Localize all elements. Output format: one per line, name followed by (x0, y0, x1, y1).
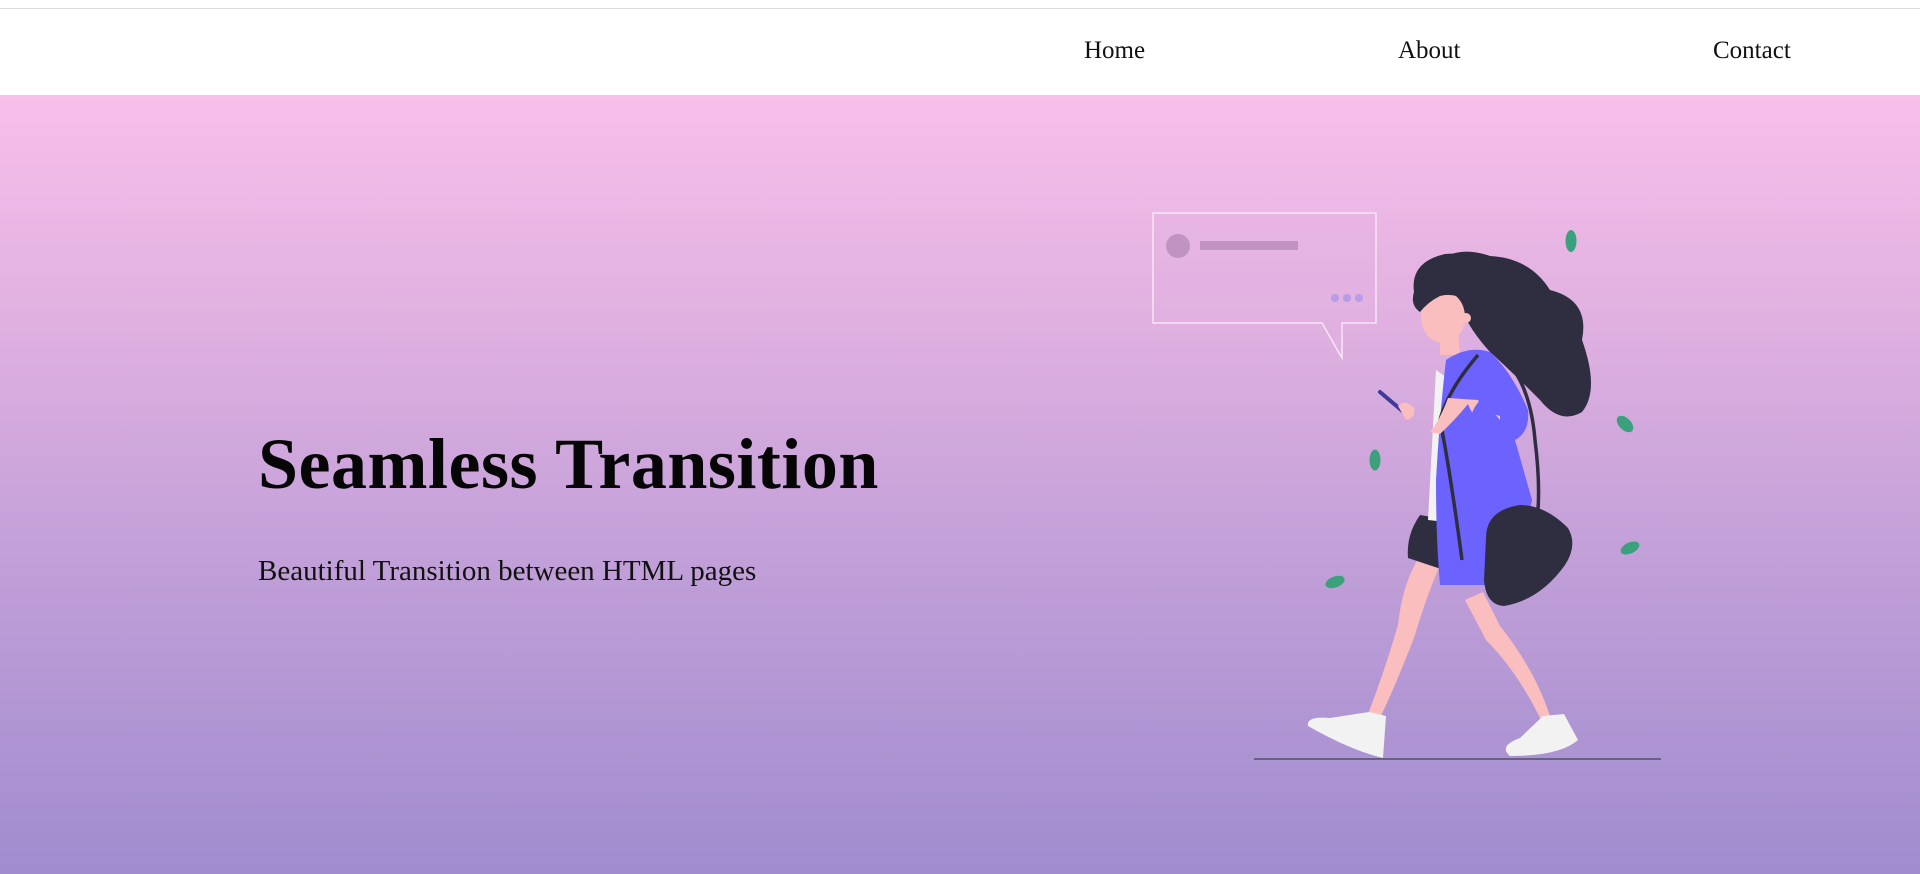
walking-woman-illustration (1152, 212, 1661, 760)
navbar: Home About Contact (0, 9, 1920, 95)
nav-link-about[interactable]: About (1398, 37, 1461, 65)
nav-link-contact[interactable]: Contact (1713, 37, 1791, 65)
hero-subtitle: Beautiful Transition between HTML pages (258, 555, 757, 587)
woman-figure-icon (1307, 251, 1591, 758)
hero-title: Seamless Transition (258, 424, 879, 504)
nav-link-home[interactable]: Home (1084, 37, 1145, 65)
chat-bubble-icon (1152, 212, 1377, 361)
